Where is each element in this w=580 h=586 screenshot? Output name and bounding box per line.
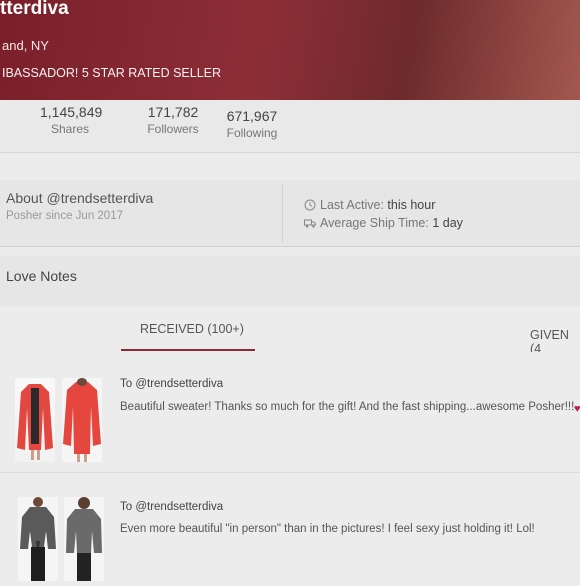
following-count: 671,967 — [226, 108, 278, 124]
posher-since: Posher since Jun 2017 — [6, 210, 123, 222]
note-item-image[interactable] — [62, 378, 102, 462]
about-title: About @trendsetterdiva — [6, 190, 154, 206]
followers-label: Followers — [147, 122, 199, 136]
profile-name: tterdiva — [0, 0, 69, 19]
stat-followers[interactable]: 171,782 Followers — [146, 104, 200, 136]
love-notes-title: Love Notes — [6, 268, 77, 284]
ship-time-label: Average Ship Time: — [320, 216, 429, 230]
profile-bio: IBASSADOR! 5 STAR RATED SELLER — [2, 66, 222, 80]
sweater-front-image — [17, 384, 53, 460]
stat-following[interactable]: 671,967 Following — [226, 108, 278, 140]
about-divider — [282, 184, 283, 242]
note-item-image[interactable] — [18, 497, 58, 581]
profile-banner: tterdiva and, NY IBASSADOR! 5 STAR RATED… — [0, 0, 580, 100]
love-note: To @trendsetterdiva Beautiful sweater! T… — [0, 352, 580, 472]
stat-shares[interactable]: 1,145,849 Shares — [40, 104, 103, 136]
last-active-row: Last Active: this hour — [304, 198, 435, 212]
note-recipient[interactable]: To @trendsetterdiva — [120, 501, 223, 513]
sweater-back-image — [63, 378, 101, 462]
clock-icon — [304, 199, 316, 211]
about-section: About @trendsetterdiva Posher since Jun … — [0, 180, 580, 247]
love-note: To @trendsetterdiva Even more beautiful … — [0, 472, 580, 581]
last-active-label: Last Active: — [320, 198, 384, 212]
top-front-image — [20, 497, 56, 581]
love-notes-section: Love Notes — [0, 256, 580, 307]
following-label: Following — [226, 126, 278, 140]
followers-count: 171,782 — [147, 104, 199, 120]
note-recipient[interactable]: To @trendsetterdiva — [120, 378, 223, 390]
note-text: Even more beautiful "in person" than in … — [120, 523, 535, 535]
profile-location: and, NY — [2, 38, 49, 53]
heart-icon: ♥ — [574, 403, 580, 415]
note-item-image[interactable] — [64, 497, 104, 581]
note-text: Beautiful sweater! Thanks so much for th… — [120, 401, 575, 413]
shares-label: Shares — [50, 122, 90, 136]
last-active-value: this hour — [387, 198, 436, 212]
tab-received[interactable]: RECEIVED (100+) — [140, 322, 244, 336]
ship-time-row: Average Ship Time: 1 day — [304, 216, 463, 230]
active-tab-indicator — [121, 349, 255, 351]
truck-icon — [304, 219, 316, 228]
ship-time-value: 1 day — [432, 216, 463, 230]
top-back-image — [66, 497, 102, 581]
profile-stats: 1,145,849 Shares 171,782 Followers 671,9… — [0, 100, 580, 153]
note-item-image[interactable] — [15, 378, 55, 462]
love-notes-tabs: RECEIVED (100+) GIVEN (4 — [0, 306, 580, 356]
shares-count: 1,145,849 — [40, 104, 103, 120]
